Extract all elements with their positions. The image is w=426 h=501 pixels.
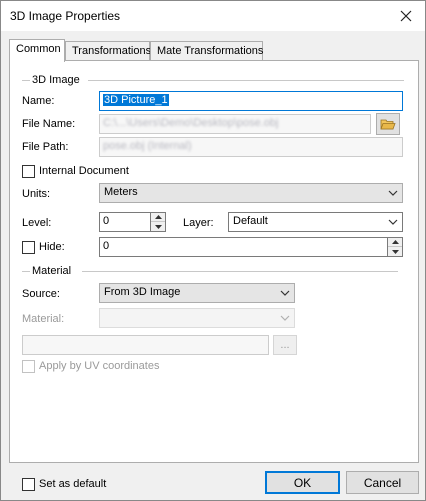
set-default-checkbox[interactable] — [22, 478, 35, 491]
chevron-down-icon — [280, 290, 290, 296]
file-name-value: C:\...\Users\Demo\Desktop\pose.obj — [103, 117, 279, 129]
level-spin-down[interactable] — [151, 222, 165, 231]
units-label: Units: — [22, 188, 51, 200]
source-value: From 3D Image — [104, 286, 181, 298]
hide-spin-up[interactable] — [388, 238, 402, 247]
name-label: Name: — [22, 95, 55, 107]
tab-common-label: Common — [16, 43, 61, 55]
spin-up-icon — [154, 215, 162, 219]
material-line-left — [22, 271, 30, 272]
close-icon — [400, 10, 412, 22]
source-select[interactable]: From 3D Image — [99, 283, 295, 303]
close-button[interactable] — [391, 3, 421, 29]
hide-spinner[interactable] — [387, 237, 403, 257]
tab-common[interactable]: Common — [9, 39, 65, 62]
ok-label: OK — [293, 475, 312, 490]
file-path-input[interactable]: pose.obj (Internal) — [99, 137, 403, 157]
tab-mate-transformations[interactable]: Mate Transformations — [150, 41, 263, 61]
hide-spin-down[interactable] — [388, 247, 402, 256]
group-line-left — [22, 80, 30, 81]
units-value: Meters — [104, 186, 138, 198]
apply-uv-label: Apply by UV coordinates — [39, 360, 160, 372]
material-line-right — [82, 271, 398, 272]
material-path-input[interactable] — [22, 335, 269, 355]
material-browse-button[interactable]: ... — [273, 335, 297, 355]
file-name-input[interactable]: C:\...\Users\Demo\Desktop\pose.obj — [99, 114, 371, 134]
spin-down-icon — [391, 249, 399, 254]
tab-transformations[interactable]: Transformations — [65, 41, 152, 61]
group-line-right — [88, 80, 404, 81]
cancel-button[interactable]: Cancel — [346, 471, 419, 494]
layer-label: Layer: — [183, 217, 214, 229]
hide-checkbox[interactable] — [22, 241, 35, 254]
chevron-down-icon — [280, 315, 290, 321]
hide-label: Hide: — [39, 241, 65, 253]
material-select[interactable] — [99, 308, 295, 328]
spin-down-icon — [154, 224, 162, 229]
group-title-3d-image: 3D Image — [32, 74, 80, 86]
tab-panel-common: 3D Image Name: 3D Picture_1 File Name: C… — [9, 60, 419, 463]
level-spin-up[interactable] — [151, 213, 165, 222]
dialog-window: 3D Image Properties Common Transformatio… — [0, 0, 426, 501]
level-value: 0 — [103, 215, 110, 227]
name-input[interactable]: 3D Picture_1 — [99, 91, 403, 111]
hide-value: 0 — [103, 240, 110, 252]
browse-file-button[interactable] — [376, 113, 400, 135]
apply-uv-checkbox[interactable] — [22, 360, 35, 373]
chevron-down-icon — [388, 190, 398, 196]
level-label: Level: — [22, 217, 52, 229]
set-default-label: Set as default — [39, 478, 107, 490]
name-value: 3D Picture_1 — [103, 94, 169, 106]
file-path-label: File Path: — [22, 141, 69, 153]
tab-transformations-label: Transformations — [72, 45, 152, 57]
ok-button[interactable]: OK — [265, 471, 340, 494]
group-title-material: Material — [32, 265, 72, 277]
folder-open-icon — [380, 119, 396, 130]
units-select[interactable]: Meters — [99, 183, 403, 203]
layer-select[interactable]: Default — [228, 212, 403, 232]
level-input[interactable]: 0 — [99, 212, 151, 232]
file-path-value: pose.obj (Internal) — [103, 140, 192, 152]
hide-input[interactable]: 0 — [99, 237, 388, 257]
source-label: Source: — [22, 288, 60, 300]
dialog-title: 3D Image Properties — [10, 9, 121, 23]
chevron-down-icon — [388, 219, 398, 225]
internal-document-checkbox[interactable] — [22, 165, 35, 178]
material-label: Material: — [22, 313, 65, 325]
cancel-label: Cancel — [363, 475, 402, 490]
tab-mate-transformations-label: Mate Transformations — [157, 45, 264, 57]
title-bar: 3D Image Properties — [1, 1, 425, 31]
layer-value: Default — [233, 215, 268, 227]
level-spinner[interactable] — [150, 212, 166, 232]
material-browse-label: ... — [280, 339, 290, 351]
internal-document-label: Internal Document — [39, 165, 129, 177]
file-name-label: File Name: — [22, 118, 76, 130]
spin-up-icon — [391, 240, 399, 244]
